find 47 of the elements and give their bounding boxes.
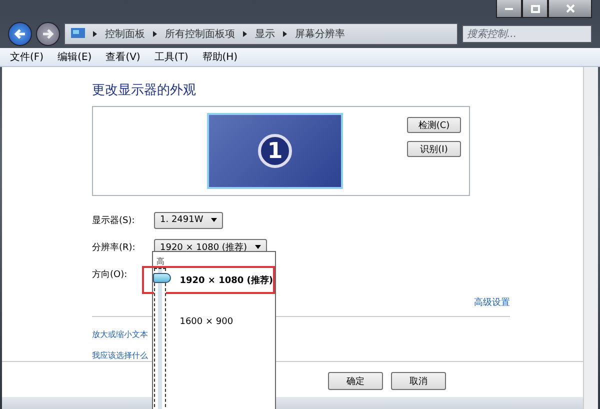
slider-thumb[interactable]: [153, 273, 172, 283]
maximize-button[interactable]: [522, 0, 548, 18]
menu-item[interactable]: 工具(T): [154, 50, 188, 64]
address-bar[interactable]: 控制面板 所有控制面板项 显示 屏幕分辨率: [64, 23, 458, 45]
forward-arrow-icon: [42, 28, 54, 40]
setting-label: 分辨率(R):: [92, 242, 136, 254]
setting-label: 方向(O):: [92, 268, 128, 280]
breadcrumb-item[interactable]: 所有控制面板项: [165, 27, 235, 41]
monitor-tile[interactable]: 1: [207, 113, 343, 189]
dropdown-arrow-icon: [211, 218, 218, 222]
breadcrumb-arrow-icon: [283, 31, 287, 37]
breadcrumb-item[interactable]: 屏幕分辨率: [295, 27, 345, 41]
breadcrumb-item[interactable]: 显示: [255, 27, 275, 41]
menu-item[interactable]: 帮助(H): [202, 50, 238, 64]
breadcrumb-arrow-icon: [153, 31, 157, 37]
back-button[interactable]: [8, 22, 32, 46]
setting-dropdown[interactable]: 1. 2491W: [154, 212, 224, 228]
preview-button[interactable]: 识别(I): [407, 141, 461, 157]
control-panel-icon: [71, 28, 85, 40]
close-button[interactable]: [548, 0, 592, 18]
advanced-settings-link[interactable]: 高级设置: [474, 296, 510, 309]
resolution-option[interactable]: 1600 × 900: [168, 308, 275, 336]
forward-button[interactable]: [36, 22, 60, 46]
menu-item[interactable]: 编辑(E): [58, 50, 92, 64]
dialog-button[interactable]: 确定: [328, 372, 383, 390]
menu-item[interactable]: 查看(V): [106, 50, 140, 64]
search-field[interactable]: 搜索控制...: [462, 25, 592, 43]
help-link[interactable]: 放大或缩小文本: [92, 329, 148, 340]
scrollbar[interactable]: [583, 67, 598, 409]
dropdown-arrow-icon: [254, 245, 261, 249]
resolution-option[interactable]: 1920 × 1080 (推荐): [142, 266, 275, 294]
back-arrow-icon: [14, 28, 26, 40]
maximize-icon: [530, 4, 540, 12]
close-icon: [566, 4, 574, 13]
help-link[interactable]: 我应该选择什么: [92, 350, 148, 361]
minimize-button[interactable]: [496, 0, 522, 18]
dialog-button[interactable]: 取消: [391, 372, 446, 390]
breadcrumb-item[interactable]: 控制面板: [105, 27, 145, 41]
breadcrumb-arrow-icon: [243, 31, 247, 37]
menu-item[interactable]: 文件(F): [10, 50, 44, 64]
breadcrumb-arrow-icon: [93, 31, 97, 37]
setting-label: 显示器(S):: [92, 214, 136, 226]
preview-button[interactable]: 检测(C): [407, 117, 461, 133]
minimize-icon: [505, 8, 513, 10]
monitor-number: 1: [258, 134, 292, 168]
page-heading: 更改显示器的外观: [92, 82, 197, 100]
slider-top-label: 高: [156, 256, 164, 266]
